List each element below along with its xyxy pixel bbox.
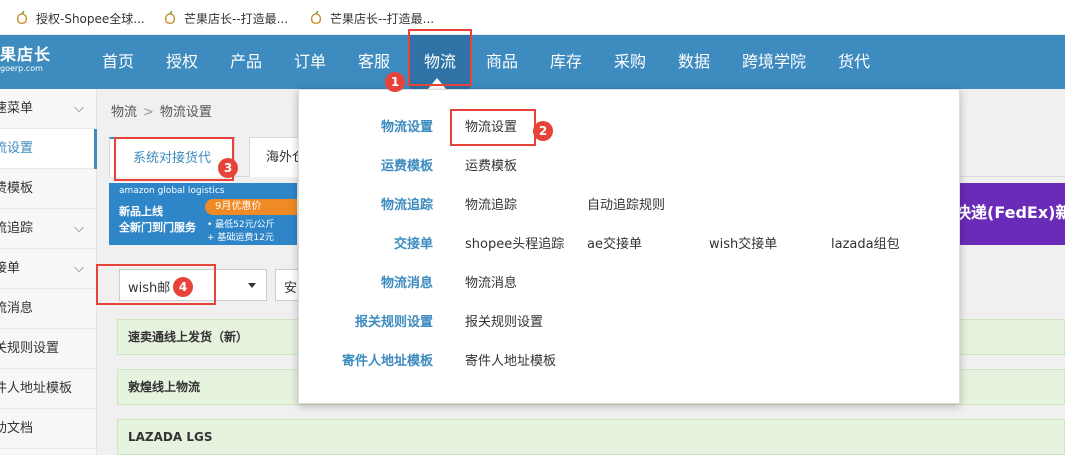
dropdown-row: 报关规则设置 报关规则设置 (299, 303, 961, 342)
bookmark-label: 授权-Shopee全球... (36, 11, 145, 26)
chevron-down-icon: ⌵ (74, 101, 84, 116)
dropdown-category[interactable]: 交接单 (394, 225, 433, 264)
nav-data[interactable]: 数据 (678, 35, 710, 89)
mango-icon (310, 11, 322, 25)
fedex-banner[interactable]: 快递(FedEx)新 (955, 183, 1065, 245)
dropdown-category[interactable]: 运费模板 (381, 147, 433, 186)
nav-purchase[interactable]: 采购 (614, 35, 646, 89)
dropdown-category[interactable]: 物流消息 (381, 264, 433, 303)
group-lazada[interactable]: LAZADA LGS (117, 419, 1065, 455)
highlight-box (450, 109, 536, 146)
bookmark-label: 芒果店长--打造最... (330, 11, 435, 26)
dropdown-row: 物流设置 物流设置 (299, 108, 961, 147)
dropdown-link-sender-address[interactable]: 寄件人地址模板 (465, 342, 556, 381)
top-nav: 果店长 goerp.com 首页 授权 产品 订单 客服 物流 商品 库存 采购… (0, 35, 1065, 89)
step-badge: 3 (218, 158, 238, 178)
nav-inventory[interactable]: 库存 (550, 35, 582, 89)
sidebar-item-help-docs[interactable]: 助文档 (0, 409, 96, 449)
bookmark-label: 芒果店长--打造最... (184, 11, 289, 26)
caret-down-icon (248, 283, 256, 288)
dropdown-category[interactable]: 寄件人地址模板 (342, 342, 433, 381)
dropdown-category[interactable]: 物流设置 (381, 108, 433, 147)
dropdown-link-wish-handover[interactable]: wish交接单 (709, 225, 777, 264)
sidebar-item-freight-template[interactable]: 费模板 (0, 169, 96, 209)
dropdown-link-freight-template[interactable]: 运费模板 (465, 147, 517, 186)
nav-academy[interactable]: 跨境学院 (742, 35, 806, 89)
nav-products[interactable]: 产品 (230, 35, 262, 89)
dropdown-row: 运费模板 运费模板 (299, 147, 961, 186)
logistics-dropdown-menu: 物流设置 物流设置 运费模板 运费模板 物流追踪 物流追踪 自动追踪规则 交接单… (298, 89, 960, 404)
nav-orders[interactable]: 订单 (294, 35, 326, 89)
bookmark-item[interactable]: 芒果店长--打造最... (310, 9, 434, 27)
bookmark-item[interactable]: 授权-Shopee全球... (16, 9, 145, 27)
nav-forwarder[interactable]: 货代 (838, 35, 870, 89)
dropdown-link-auto-tracking-rules[interactable]: 自动追踪规则 (587, 186, 665, 225)
step-badge: 4 (173, 277, 193, 297)
dropdown-link-shopee-tracking[interactable]: shopee头程追踪 (465, 225, 564, 264)
dropdown-row: 物流追踪 物流追踪 自动追踪规则 (299, 186, 961, 225)
bookmarks-bar: 授权-Shopee全球... 芒果店长--打造最... 芒果店长--打造最... (0, 0, 1065, 35)
sidebar-item-customs-rules[interactable]: 关规则设置 (0, 329, 96, 369)
step-badge: 1 (385, 72, 405, 92)
logo[interactable]: 果店长 goerp.com (0, 46, 60, 74)
chevron-down-icon: ⌵ (74, 261, 84, 276)
highlight-box (96, 264, 216, 305)
nav-home[interactable]: 首页 (102, 35, 134, 89)
step-badge: 2 (533, 121, 553, 141)
sidebar-item-tracking[interactable]: 流追踪 ⌵ (0, 209, 96, 249)
breadcrumb-root[interactable]: 物流 (111, 105, 137, 120)
amazon-banner[interactable]: amazon global logistics 新品上线 全新门到门服务 9月优… (109, 183, 297, 245)
bookmark-item[interactable]: 芒果店长--打造最... (164, 9, 288, 27)
dropdown-category[interactable]: 报关规则设置 (355, 303, 433, 342)
highlight-box (408, 29, 472, 86)
sidebar-item-messages[interactable]: 流消息 (0, 289, 96, 329)
mango-icon (16, 11, 28, 25)
sidebar-item-sender-address[interactable]: 件人地址模板 (0, 369, 96, 409)
breadcrumb: 物流 > 物流设置 (111, 101, 212, 120)
dropdown-link-lazada-package[interactable]: lazada组包 (831, 225, 900, 264)
highlight-box (114, 137, 234, 181)
dropdown-link-customs-rules[interactable]: 报关规则设置 (465, 303, 543, 342)
dropdown-link-tracking[interactable]: 物流追踪 (465, 186, 517, 225)
dropdown-row: 寄件人地址模板 寄件人地址模板 (299, 342, 961, 381)
nav-auth[interactable]: 授权 (166, 35, 198, 89)
breadcrumb-separator: > (143, 105, 154, 120)
sidebar-item-handover[interactable]: 接单 ⌵ (0, 249, 96, 289)
chevron-down-icon: ⌵ (74, 221, 84, 236)
sidebar-item-logistics-settings[interactable]: 流设置 (0, 129, 97, 169)
dropdown-row: 交接单 shopee头程追踪 ae交接单 wish交接单 lazada组包 (299, 225, 961, 264)
sidebar: 速菜单 ⌵ 流设置 费模板 流追踪 ⌵ 接单 ⌵ 流消息 关规则设置 件人地址模板 助… (0, 89, 97, 455)
sidebar-item-quick-menu[interactable]: 速菜单 ⌵ (0, 89, 96, 129)
dropdown-link-logistics-messages[interactable]: 物流消息 (465, 264, 517, 303)
dropdown-link-ae-handover[interactable]: ae交接单 (587, 225, 642, 264)
breadcrumb-current: 物流设置 (159, 105, 212, 120)
dropdown-row: 物流消息 物流消息 (299, 264, 961, 303)
dropdown-category[interactable]: 物流追踪 (381, 186, 433, 225)
mango-icon (164, 11, 176, 25)
nav-goods[interactable]: 商品 (486, 35, 518, 89)
